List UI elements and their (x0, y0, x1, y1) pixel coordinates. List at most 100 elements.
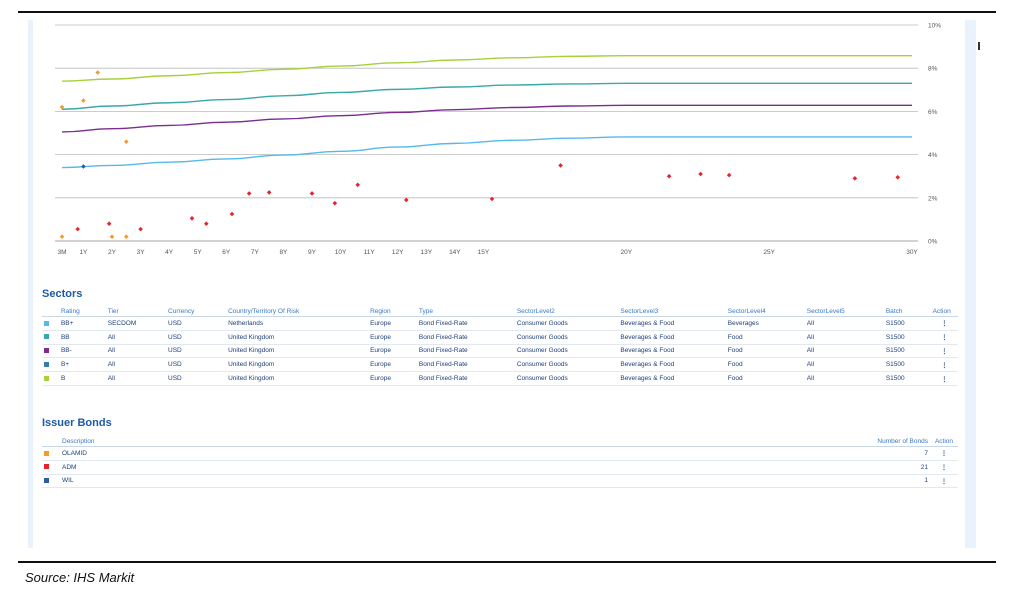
bond-point (123, 139, 129, 144)
sectors-column-header[interactable]: Region (368, 306, 417, 317)
sectors-cell: All (105, 371, 167, 386)
sectors-column-header[interactable]: Batch (883, 306, 931, 317)
bond-point (229, 211, 235, 217)
sectors-column-header[interactable]: SectorLevel5 (804, 306, 884, 317)
bond-point (266, 190, 272, 195)
sectors-cell: United Kingdom (226, 357, 369, 373)
table-row[interactable]: OLAMID 7 ⋮ (42, 446, 958, 461)
y-tick-label: 8% (928, 66, 938, 73)
sectors-header-row: Rating Tier Currency Country/Territory Of R… (42, 306, 958, 317)
issuer-name: ADM (60, 460, 846, 475)
row-action-menu-icon[interactable]: ⋮ (930, 316, 958, 331)
sectors-table: Rating Tier Currency Country/Territory Of R… (42, 306, 958, 386)
bond-count: 7 (846, 446, 930, 461)
sectors-column-header[interactable]: Tier (105, 306, 167, 317)
x-tick-label: 25Y (763, 249, 775, 256)
sectors-cell: All (105, 330, 167, 345)
x-tick-label: 8Y (279, 249, 288, 256)
bond-count: 1 (846, 474, 930, 489)
row-action-menu-icon[interactable]: ⋮ (930, 460, 958, 475)
issuer-color-swatch (42, 460, 60, 475)
x-tick-label: 5Y (194, 249, 203, 256)
issuer-column-header[interactable]: Number of Bonds (846, 436, 930, 447)
sectors-column-header[interactable]: Country/Territory Of Risk (226, 306, 369, 317)
bond-point (203, 221, 209, 227)
y-tick-label: 0% (928, 239, 938, 246)
sectors-cell: S1500 (883, 316, 931, 331)
sectors-column-header[interactable]: SectorLevel4 (725, 306, 805, 317)
sectors-cell: Consumer Goods (514, 330, 619, 345)
sectors-column-header[interactable]: Currency (166, 306, 227, 317)
sectors-cell: United Kingdom (226, 330, 369, 345)
bond-point (489, 196, 495, 202)
x-tick-label: 3M (57, 249, 66, 256)
x-tick-label: 6Y (222, 249, 231, 256)
table-row[interactable]: BB All USD United Kingdom Europe Bond Fixed-R… (42, 330, 958, 345)
row-action-menu-icon[interactable]: ⋮ (930, 330, 958, 345)
curve-line (61, 104, 912, 133)
bond-point (75, 226, 81, 232)
issuer-column-header[interactable]: Description (60, 436, 846, 447)
issuer-bonds-table: Description Number of Bonds Action OLAMID 7 ⋮… (42, 436, 958, 489)
sectors-column-header[interactable]: Type (416, 306, 515, 317)
table-row[interactable]: BB+ SECDOM USD Netherlands Europe Bond Fixed-… (42, 316, 958, 331)
sectors-cell: All (804, 316, 884, 331)
bond-point (246, 191, 252, 196)
series-color-swatch (42, 344, 59, 359)
sectors-cell: BB- (58, 344, 106, 359)
series-color-swatch (42, 357, 59, 373)
y-tick-label: 4% (928, 152, 938, 159)
bond-point (852, 176, 858, 181)
sectors-cell: Europe (368, 316, 417, 331)
x-tick-label: 10Y (335, 249, 347, 256)
bond-point (309, 191, 315, 196)
table-row[interactable]: B All USD United Kingdom Europe Bond Fixed-Ra… (42, 371, 958, 386)
sectors-cell: All (804, 357, 884, 373)
row-action-menu-icon[interactable]: ⋮ (930, 371, 958, 386)
sectors-cell: S1500 (883, 330, 931, 345)
table-row[interactable]: WIL 1 ⋮ (42, 474, 958, 489)
sectors-column-header[interactable]: SectorLevel3 (618, 306, 726, 317)
sectors-cell: United Kingdom (226, 371, 369, 386)
issuer-color-swatch (42, 474, 60, 489)
sectors-cell: Beverages (725, 316, 805, 331)
sectors-cell: Beverages & Food (618, 330, 726, 345)
issuer-column-header[interactable]: Action (930, 436, 958, 447)
y-tick-label: 2% (928, 195, 938, 202)
row-action-menu-icon[interactable]: ⋮ (930, 474, 958, 489)
row-action-menu-icon[interactable]: ⋮ (930, 357, 958, 373)
sectors-column-header[interactable]: SectorLevel2 (514, 306, 619, 317)
sectors-title: Sectors (42, 288, 83, 300)
bond-point (726, 172, 732, 178)
sectors-cell: Europe (368, 330, 417, 345)
bond-point (59, 234, 65, 239)
row-action-menu-icon[interactable]: ⋮ (930, 344, 958, 359)
x-tick-label: 12Y (392, 249, 404, 256)
bond-point (95, 70, 101, 75)
sectors-cell: Netherlands (226, 316, 369, 331)
sectors-column-header[interactable]: Action (930, 306, 958, 317)
sectors-cell: B (58, 371, 106, 386)
sectors-cell: Beverages & Food (618, 357, 726, 373)
table-row[interactable]: BB- All USD United Kingdom Europe Bond Fixed-… (42, 344, 958, 359)
series-color-swatch (42, 371, 59, 386)
source-note: Source: IHS Markit (25, 570, 135, 585)
x-tick-label: 4Y (165, 249, 174, 256)
bond-point (106, 221, 112, 227)
table-row[interactable]: B+ All USD United Kingdom Europe Bond Fixed-R… (42, 357, 958, 373)
sectors-cell: Beverages & Food (618, 316, 726, 331)
sectors-cell: Consumer Goods (514, 344, 619, 359)
sectors-cell: Bond Fixed-Rate (416, 371, 515, 386)
sectors-cell: All (105, 357, 167, 373)
row-action-menu-icon[interactable]: ⋮ (930, 446, 958, 461)
sectors-cell: USD (166, 357, 227, 373)
sectors-cell: Consumer Goods (514, 316, 619, 331)
y-tick-label: 6% (928, 109, 938, 116)
sectors-cell: Bond Fixed-Rate (416, 316, 515, 331)
sectors-cell: All (804, 330, 884, 345)
sectors-cell: Food (725, 357, 805, 373)
sectors-cell: USD (166, 344, 227, 359)
sectors-column-header[interactable]: Rating (58, 306, 106, 317)
table-row[interactable]: ADM 21 ⋮ (42, 460, 958, 475)
issuer-name: OLAMID (60, 446, 846, 461)
